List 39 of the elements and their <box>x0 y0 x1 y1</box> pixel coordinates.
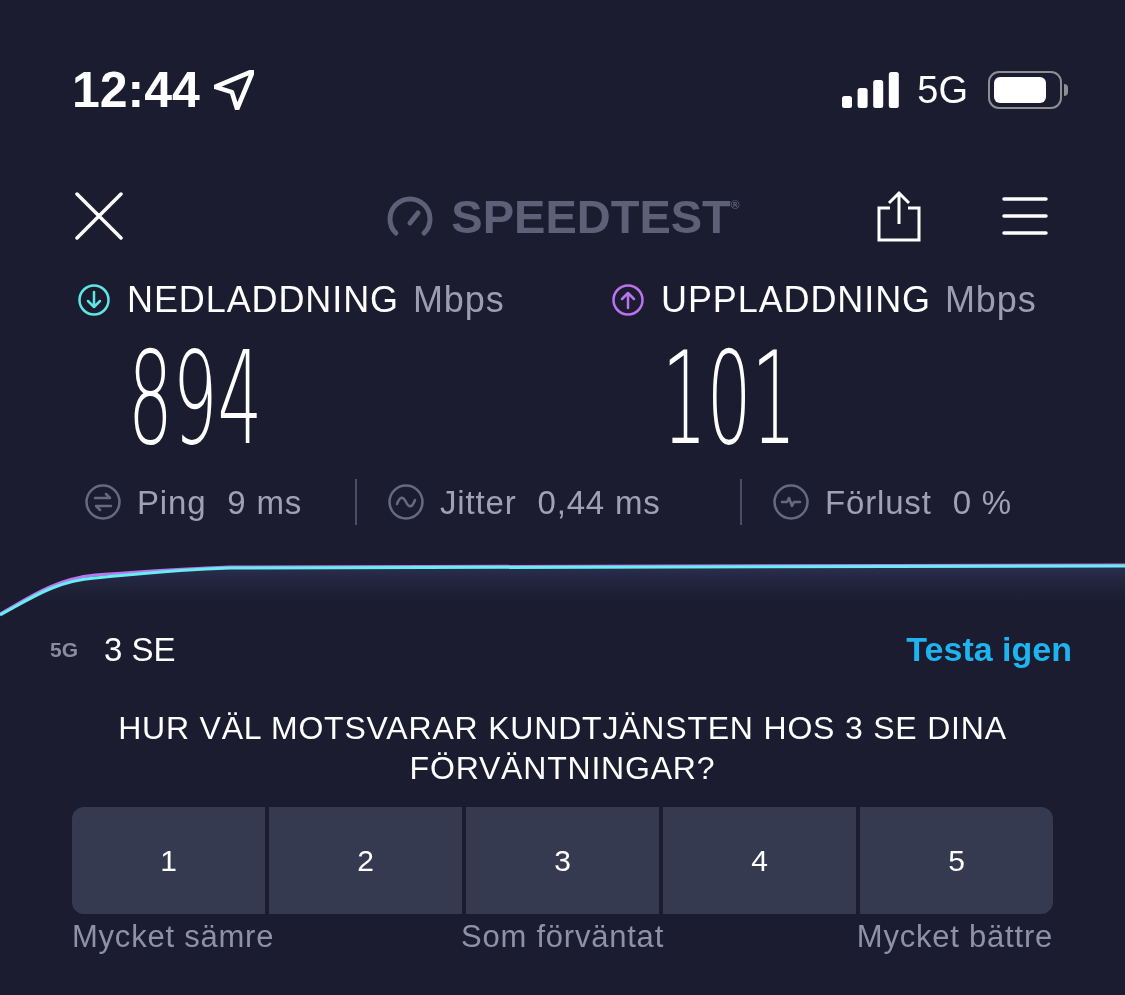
clock-time: 12:44 <box>72 65 200 115</box>
rating-option[interactable]: 2 <box>269 807 462 914</box>
rating-option[interactable]: 3 <box>466 807 659 914</box>
upload-label: UPPLADDNING <box>661 282 931 318</box>
rating-option[interactable]: 1 <box>72 807 265 914</box>
share-icon <box>877 190 921 242</box>
stat-value: 9 ms <box>227 485 303 519</box>
ping-arrows-icon <box>85 484 121 520</box>
network-type-label: 5G <box>50 638 78 660</box>
survey-question: HUR VÄL MOTSVARAR KUNDTJÄNSTEN HOS 3 SE DINA FÖRVÄNTNINGAR? <box>117 709 1008 788</box>
speedtest-logo-text: SPEEDTEST$^{®}$ <box>451 192 740 240</box>
download-label: NEDLADDNING <box>127 282 399 318</box>
jitter-wave-icon <box>388 484 424 520</box>
provider-name: 3 SE <box>104 632 176 666</box>
signal-bars-icon <box>842 72 900 108</box>
menu-button[interactable] <box>1002 196 1048 236</box>
stat-label: Förlust <box>825 485 932 519</box>
packet-loss-icon <box>773 484 809 520</box>
stat-label: Ping <box>137 485 207 519</box>
rating-option[interactable]: 5 <box>860 807 1053 914</box>
speed-unit: Mbps <box>412 282 505 318</box>
share-button[interactable] <box>877 190 921 242</box>
network-type: 5G <box>917 71 968 109</box>
rating-option[interactable]: 4 <box>663 807 856 914</box>
scale-label: Som förväntat <box>460 920 665 952</box>
stat-value: 0 % <box>952 485 1012 519</box>
download-speed-value: 894 <box>128 335 263 463</box>
test-again-link[interactable]: Testa igen <box>906 632 1072 666</box>
menu-icon <box>1002 196 1048 236</box>
battery-icon <box>988 71 1068 109</box>
close-button[interactable] <box>75 192 123 240</box>
scale-label: Mycket bättre <box>856 920 1053 952</box>
stat-value: 0,44 ms <box>537 485 661 519</box>
speed-unit: Mbps <box>944 282 1037 318</box>
upload-speed-value: 101 <box>662 335 797 463</box>
scale-label: Mycket sämre <box>72 920 275 952</box>
stat-label: Jitter <box>440 485 517 519</box>
location-arrow-icon <box>213 70 254 110</box>
close-icon <box>75 192 123 240</box>
